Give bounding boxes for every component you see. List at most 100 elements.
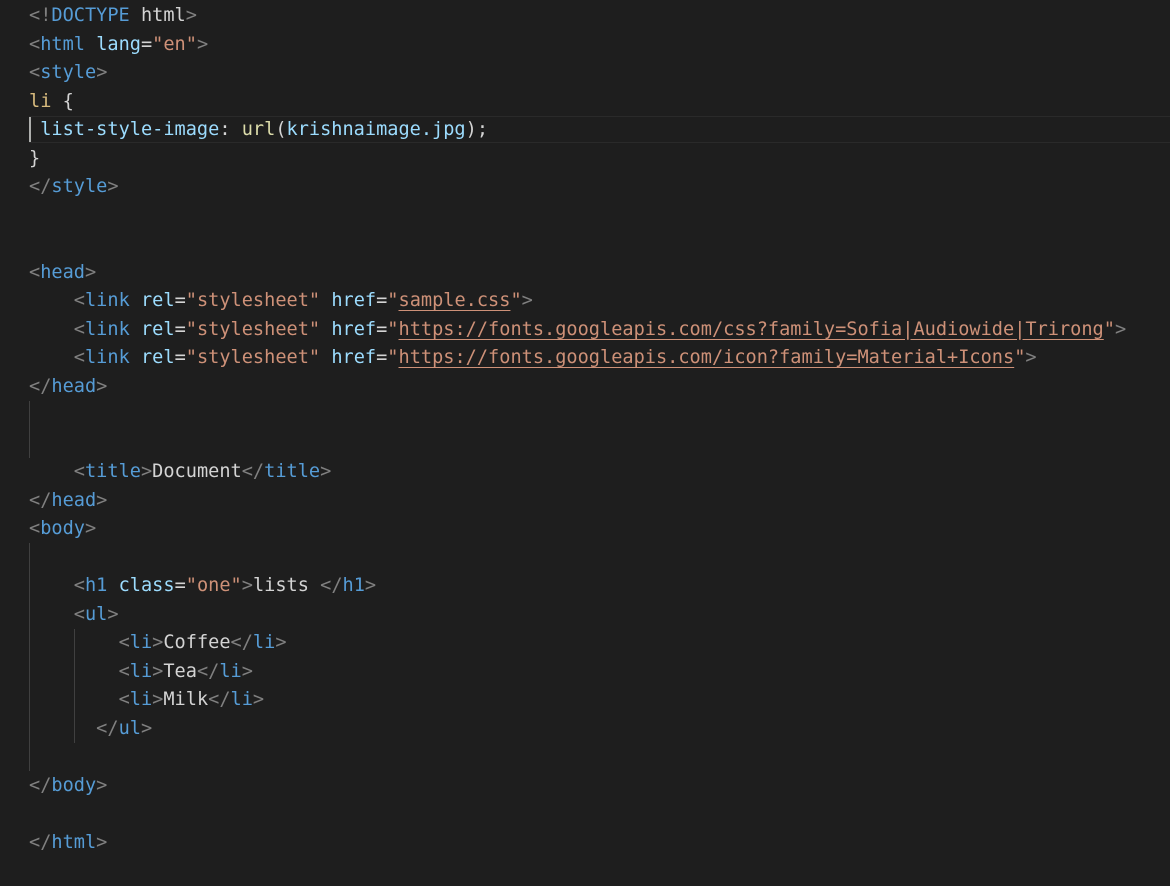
token-tag: h1: [84, 575, 108, 596]
token-tag: li: [219, 660, 242, 682]
token-bracket: >: [241, 660, 253, 682]
token-attr: krishnaimage.jpg: [286, 119, 466, 140]
code-line[interactable]: <title>Document</title>: [29, 458, 332, 487]
token-attr: href: [331, 290, 377, 311]
code-line[interactable]: </html>: [29, 829, 107, 858]
token-tag: body: [40, 518, 85, 539]
token-str: ": [387, 290, 399, 311]
token-sel: li: [29, 90, 52, 112]
code-line[interactable]: <body>: [29, 515, 96, 544]
token-punct: =: [376, 347, 388, 368]
token-text: Milk: [163, 689, 209, 710]
token-punct: =: [376, 318, 388, 340]
code-line[interactable]: <ul>: [29, 601, 119, 630]
code-line[interactable]: </head>: [29, 487, 107, 516]
token-str: "one": [185, 575, 242, 596]
token-bracket: </: [196, 660, 220, 682]
token-attr: rel: [140, 347, 175, 368]
token-str: ": [387, 318, 399, 340]
token-str: ": [1014, 347, 1026, 368]
token-punct: =: [174, 290, 186, 311]
token-punct: :: [219, 119, 242, 140]
token-attr: rel: [140, 318, 175, 340]
code-editor[interactable]: <!DOCTYPE html> <html lang="en"> <style> li…: [0, 0, 1170, 886]
code-line[interactable]: <li>Coffee</li>: [29, 629, 287, 658]
token-bracket: >: [1114, 318, 1127, 340]
code-line[interactable]: </head>: [29, 373, 107, 402]
token-text: Document: [152, 461, 242, 482]
token-bracket: <: [73, 461, 85, 482]
token-bracket: <: [118, 689, 130, 710]
code-line[interactable]: <head>: [29, 259, 96, 288]
token-tag: link: [84, 290, 130, 311]
token-bracket: >: [140, 461, 153, 482]
token-tag: title: [84, 461, 141, 482]
token-tag: body: [51, 774, 97, 796]
code-line[interactable]: </body>: [29, 772, 107, 801]
token-str: ": [510, 290, 522, 311]
token-link[interactable]: https://fonts.googleapis.com/css?family=…: [399, 319, 1104, 340]
token-bracket: <!: [29, 5, 52, 26]
token-str: "en": [152, 33, 197, 55]
token-bracket: >: [107, 603, 119, 625]
token-bracket: </: [230, 632, 253, 653]
token-attr: class: [118, 575, 175, 596]
token-bracket: <: [118, 632, 130, 653]
code-line[interactable]: <li>Milk</li>: [29, 686, 265, 715]
code-line[interactable]: <h1 class="one">lists </h1>: [29, 572, 376, 601]
token-tag: head: [51, 375, 97, 397]
token-punct: =: [140, 33, 153, 55]
code-line[interactable]: list-style-image: url(krishnaimage.jpg);: [29, 116, 488, 145]
token-str: "stylesheet": [185, 347, 321, 368]
token-bracket: </: [320, 575, 343, 596]
token-bracket: >: [196, 33, 209, 55]
token-tag: li: [129, 689, 153, 710]
token-bracket: >: [152, 689, 164, 710]
token-attr: lang: [96, 33, 141, 55]
token-bracket: </: [29, 375, 52, 397]
code-line[interactable]: <!DOCTYPE html>: [29, 2, 197, 31]
token-bracket: >: [107, 176, 119, 197]
code-line[interactable]: }: [29, 145, 40, 174]
code-line[interactable]: <link rel="stylesheet" href="sample.css"…: [29, 287, 533, 316]
token-bracket: >: [152, 632, 164, 653]
code-line[interactable]: <li>Tea</li>: [29, 658, 253, 687]
token-attr: href: [331, 347, 377, 368]
code-line[interactable]: </style>: [29, 173, 119, 202]
code-line[interactable]: </ul>: [29, 715, 152, 744]
token-link[interactable]: https://fonts.googleapis.com/icon?family…: [399, 347, 1015, 368]
code-line[interactable]: <link rel="stylesheet" href="https://fon…: [29, 316, 1126, 345]
token-str: "stylesheet": [185, 290, 321, 311]
token-tag: ul: [118, 717, 141, 739]
token-tag: ul: [84, 603, 108, 625]
token-bracket: >: [1025, 347, 1037, 368]
code-line[interactable]: li {: [29, 88, 74, 117]
code-line[interactable]: <link rel="stylesheet" href="https://fon…: [29, 344, 1037, 373]
token-bracket: </: [29, 489, 52, 511]
token-tag: link: [84, 318, 130, 340]
code-line[interactable]: <html lang="en">: [29, 31, 208, 60]
code-line[interactable]: <style>: [29, 59, 107, 88]
token-punct: =: [174, 575, 186, 596]
token-tag: link: [84, 347, 130, 368]
token-link[interactable]: sample.css: [399, 290, 511, 311]
token-bracket: <: [73, 318, 85, 340]
token-tag: li: [129, 660, 153, 682]
token-punct: }: [29, 147, 41, 169]
token-bracket: <: [73, 290, 85, 311]
token-bracket: >: [140, 717, 153, 739]
token-bracket: <: [73, 347, 85, 368]
token-bracket: </: [29, 774, 52, 796]
